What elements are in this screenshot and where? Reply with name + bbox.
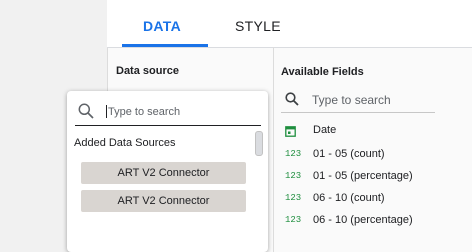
field-name: 06 - 10 (count)	[313, 192, 385, 204]
tab-data[interactable]: DATA	[143, 18, 181, 34]
field-name: Date	[313, 124, 337, 136]
available-fields-label: Available Fields	[281, 66, 364, 78]
data-source-option-label: ART V2 Connector	[117, 195, 210, 207]
search-icon	[78, 103, 94, 124]
dropdown-scrollbar[interactable]	[255, 131, 263, 156]
data-source-dropdown: Added Data Sources ART V2 Connector ART …	[67, 91, 268, 252]
data-source-option[interactable]: ART V2 Connector	[81, 162, 246, 184]
data-source-search-input[interactable]	[108, 102, 258, 122]
data-source-option-label: ART V2 Connector	[117, 167, 210, 179]
data-source-search[interactable]	[75, 99, 261, 126]
number-type-icon: 123	[285, 193, 302, 203]
tab-style[interactable]: STYLE	[235, 18, 281, 34]
active-tab-indicator	[122, 44, 208, 47]
panel-divider	[273, 47, 274, 252]
data-source-label: Data source	[116, 65, 179, 77]
field-name: 01 - 05 (percentage)	[313, 170, 413, 182]
calendar-icon	[285, 125, 296, 140]
added-data-sources-heading: Added Data Sources	[74, 137, 176, 149]
number-type-icon: 123	[285, 215, 302, 225]
data-source-option[interactable]: ART V2 Connector	[81, 190, 246, 212]
text-cursor	[106, 105, 107, 118]
search-icon	[285, 92, 299, 111]
field-name: 06 - 10 (percentage)	[313, 214, 413, 226]
number-type-icon: 123	[285, 149, 302, 159]
number-type-icon: 123	[285, 171, 302, 181]
field-name: 01 - 05 (count)	[313, 148, 385, 160]
fields-search-placeholder: Type to search	[312, 93, 391, 107]
fields-search-box[interactable]: Type to search	[281, 88, 435, 113]
tab-bar: DATA STYLE	[107, 0, 472, 48]
